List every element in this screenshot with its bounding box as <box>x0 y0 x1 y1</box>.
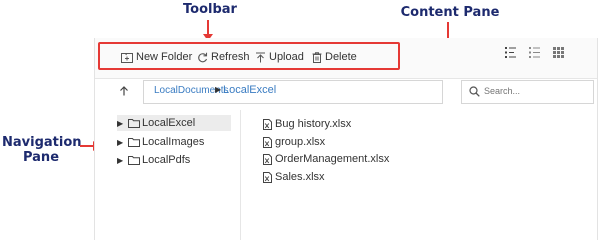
toolbar: New Folder Refresh Upload Delete <box>95 38 597 79</box>
breadcrumb-separator-icon: ▶ <box>215 85 222 94</box>
delete-button[interactable]: Delete <box>312 47 357 67</box>
details-view-icon[interactable] <box>505 47 517 58</box>
tree-item-label: LocalExcel <box>142 117 196 129</box>
upload-icon <box>256 52 265 62</box>
excel-file-icon <box>263 171 272 183</box>
refresh-icon <box>198 52 208 62</box>
file-name: Bug history.xlsx <box>275 118 352 130</box>
trash-icon <box>312 51 322 63</box>
up-arrow-icon[interactable] <box>119 86 129 96</box>
new-folder-button[interactable]: New Folder <box>121 47 192 67</box>
breadcrumb: LocalDocuments ▶ LocalExcel <box>143 80 443 104</box>
file-item[interactable]: OrderManagement.xlsx <box>263 151 389 167</box>
file-manager: New Folder Refresh Upload Delete LocalDo… <box>94 38 598 240</box>
view-switcher <box>505 47 564 58</box>
file-name: Sales.xlsx <box>275 171 325 183</box>
delete-label: Delete <box>325 51 357 63</box>
tree-item-label: LocalPdfs <box>142 154 191 166</box>
expand-arrow-icon[interactable]: ▶ <box>117 119 125 128</box>
refresh-button[interactable]: Refresh <box>197 47 250 67</box>
expand-arrow-icon[interactable]: ▶ <box>117 138 125 147</box>
upload-button[interactable]: Upload <box>255 47 304 67</box>
search-input[interactable] <box>484 84 584 98</box>
content-pane-annotation-label: Content Pane <box>400 5 500 20</box>
file-name: group.xlsx <box>275 136 326 148</box>
folder-icon <box>128 156 140 165</box>
folder-icon <box>128 138 140 147</box>
breadcrumb-item-localexcel[interactable]: LocalExcel <box>223 84 276 96</box>
file-name: OrderManagement.xlsx <box>275 153 390 165</box>
file-item[interactable]: group.xlsx <box>263 134 325 150</box>
large-icons-view-icon[interactable] <box>553 47 564 58</box>
refresh-label: Refresh <box>211 51 250 63</box>
new-folder-icon <box>121 52 133 63</box>
tree-item-label: LocalImages <box>142 136 205 148</box>
tree-item-localpdfs[interactable]: ▶ LocalPdfs <box>117 152 190 168</box>
navigation-pane-annotation-line1: Navigation <box>2 135 82 150</box>
tree-item-localexcel[interactable]: ▶ LocalExcel <box>117 115 231 131</box>
excel-file-icon <box>263 118 272 130</box>
upload-label: Upload <box>269 51 304 63</box>
new-folder-label: New Folder <box>136 51 193 63</box>
file-item[interactable]: Bug history.xlsx <box>263 116 351 132</box>
file-item[interactable]: Sales.xlsx <box>263 169 325 185</box>
navigation-pane-annotation-line2: Pane <box>22 150 60 165</box>
excel-file-icon <box>263 136 272 148</box>
search-box <box>461 80 594 104</box>
navigation-pane-annotation-label: Navigation Pane <box>2 135 82 165</box>
navigation-pane: ▶ LocalExcel ▶ LocalImages ▶ LocalPdfs <box>95 110 241 240</box>
excel-file-icon <box>263 153 272 165</box>
folder-icon <box>128 119 140 128</box>
toolbar-annotation-label: Toolbar <box>183 2 237 17</box>
list-view-icon[interactable] <box>529 47 541 58</box>
expand-arrow-icon[interactable]: ▶ <box>117 156 125 165</box>
tree-item-localimages[interactable]: ▶ LocalImages <box>117 134 204 150</box>
search-icon <box>469 86 480 97</box>
